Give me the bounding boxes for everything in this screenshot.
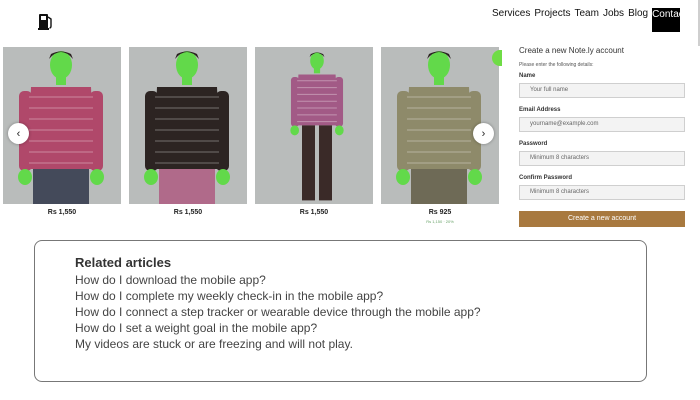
nav-item-projects[interactable]: Projects — [534, 8, 570, 32]
nav-item-blog[interactable]: Blog — [628, 8, 648, 32]
product-original-price: Rs 1,150 · 20% — [426, 219, 454, 224]
form-title: Create a new Note.ly account — [519, 46, 624, 55]
carousel-prev-button[interactable]: ‹ — [8, 123, 29, 144]
fuel-pump-icon[interactable] — [38, 11, 54, 31]
chevron-right-icon: › — [481, 127, 486, 140]
name-label: Name — [519, 73, 536, 79]
password-field[interactable]: Minimum 8 characters — [519, 151, 685, 166]
carousel-next-button[interactable]: › — [473, 123, 494, 144]
product-price: Rs 1,550 — [173, 209, 203, 216]
side-tab-handle[interactable] — [492, 50, 502, 66]
article-link[interactable]: How do I complete my weekly check-in in … — [75, 290, 620, 303]
product-card[interactable]: Rs 1,550 — [129, 47, 247, 216]
nav-item-services[interactable]: Services — [492, 8, 530, 32]
article-link[interactable]: My videos are stuck or are freezing and … — [75, 338, 620, 351]
nav-item-team[interactable]: Team — [574, 8, 598, 32]
product-price: Rs 1,550 — [47, 209, 77, 216]
product-price: Rs 925 — [428, 209, 452, 216]
article-link[interactable]: How do I download the mobile app? — [75, 274, 620, 287]
product-price: Rs 1,550 — [299, 209, 329, 216]
top-nav: Services Projects Team Jobs Blog Contact — [492, 8, 681, 32]
product-photo — [255, 47, 373, 204]
contact-button[interactable]: Contact — [652, 8, 681, 32]
chevron-left-icon: ‹ — [16, 127, 21, 140]
article-link[interactable]: How do I set a weight goal in the mobile… — [75, 322, 620, 335]
signup-form: Create a new Note.ly account Please ente… — [519, 46, 685, 227]
email-field[interactable]: yourname@example.com — [519, 117, 685, 132]
nav-item-jobs[interactable]: Jobs — [603, 8, 624, 32]
related-articles-list: How do I download the mobile app? How do… — [75, 274, 646, 351]
create-account-button[interactable]: Create a new account — [519, 211, 685, 227]
model-figure — [144, 51, 230, 204]
name-field[interactable]: Your full name — [519, 83, 685, 98]
model-figure — [290, 52, 344, 201]
product-carousel: Rs 1,550 Rs 1,550 Rs 1,550 Rs 925 Rs 1,1… — [0, 47, 500, 227]
confirm-password-field[interactable]: Minimum 8 characters — [519, 185, 685, 200]
email-label: Email Address — [519, 107, 561, 113]
password-label: Password — [519, 141, 548, 147]
related-articles-panel: Related articles How do I download the m… — [34, 240, 647, 382]
article-link[interactable]: How do I connect a step tracker or weara… — [75, 306, 620, 319]
related-articles-title: Related articles — [75, 255, 172, 270]
product-card[interactable]: Rs 1,550 — [255, 47, 373, 216]
product-photo — [129, 47, 247, 204]
form-subtitle: Please enter the following details: — [519, 62, 594, 68]
confirm-password-label: Confirm Password — [519, 175, 573, 181]
